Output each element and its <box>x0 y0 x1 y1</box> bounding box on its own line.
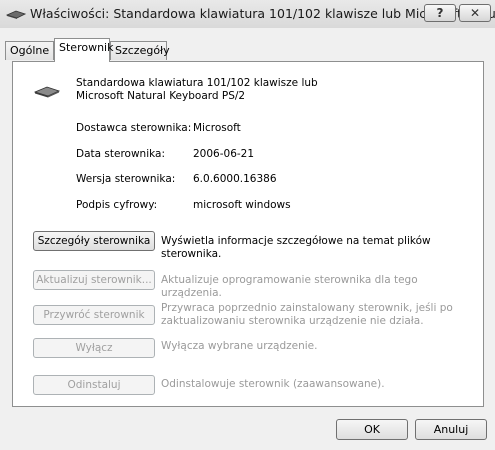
ok-button[interactable]: OK <box>336 419 408 440</box>
tab-general[interactable]: Ogólne <box>5 41 54 60</box>
driver-provider-value: Microsoft <box>193 122 241 134</box>
driver-details-button[interactable]: Szczegóły sterownika <box>33 231 155 251</box>
driver-date-value: 2006-06-21 <box>193 148 255 160</box>
driver-provider-label: Dostawca sterownika: <box>76 122 192 134</box>
driver-version-value: 6.0.6000.16386 <box>193 173 277 185</box>
device-name-line1: Standardowa klawiatura 101/102 klawisze … <box>76 77 318 89</box>
digital-signer-label: Podpis cyfrowy: <box>76 199 158 211</box>
keyboard-icon <box>6 10 26 19</box>
title-bar[interactable]: Właściwości: Standardowa klawiatura 101/… <box>0 0 495 28</box>
update-driver-button[interactable]: Aktualizuj sterownik... <box>33 270 155 290</box>
tab-driver[interactable]: Sterownik <box>54 38 113 62</box>
uninstall-driver-button[interactable]: Odinstaluj <box>33 375 155 395</box>
roll-back-driver-description: Przywraca poprzednio zainstalowany stero… <box>161 302 453 327</box>
roll-back-driver-button[interactable]: Przywróć sterownik <box>33 305 155 325</box>
help-button[interactable]: ? <box>424 4 456 22</box>
uninstall-driver-description: Odinstalowuje sterownik (zaawansowane). <box>161 378 385 390</box>
close-icon: ✕ <box>469 6 481 20</box>
disable-device-description: Wyłącza wybrane urządzenie. <box>161 340 318 352</box>
driver-version-label: Wersja sterownika: <box>76 173 176 185</box>
digital-signer-value: microsoft windows <box>193 199 291 211</box>
cancel-button[interactable]: Anuluj <box>415 419 487 440</box>
close-button[interactable]: ✕ <box>459 4 491 22</box>
tab-details[interactable]: Szczegóły <box>110 41 170 60</box>
device-name: Standardowa klawiatura 101/102 klawisze … <box>76 77 318 103</box>
device-name-line2: Microsoft Natural Keyboard PS/2 <box>76 90 246 102</box>
keyboard-icon <box>34 86 60 98</box>
disable-device-button[interactable]: Wyłącz <box>33 338 155 358</box>
properties-dialog: Właściwości: Standardowa klawiatura 101/… <box>0 0 495 450</box>
driver-date-label: Data sterownika: <box>76 148 165 160</box>
driver-details-description: Wyświetla informacje szczegółowe na tema… <box>161 235 431 260</box>
update-driver-description: Aktualizuje oprogramowanie sterownika dl… <box>161 274 418 299</box>
help-icon: ? <box>436 6 444 20</box>
driver-tab-panel: Standardowa klawiatura 101/102 klawisze … <box>12 61 484 407</box>
